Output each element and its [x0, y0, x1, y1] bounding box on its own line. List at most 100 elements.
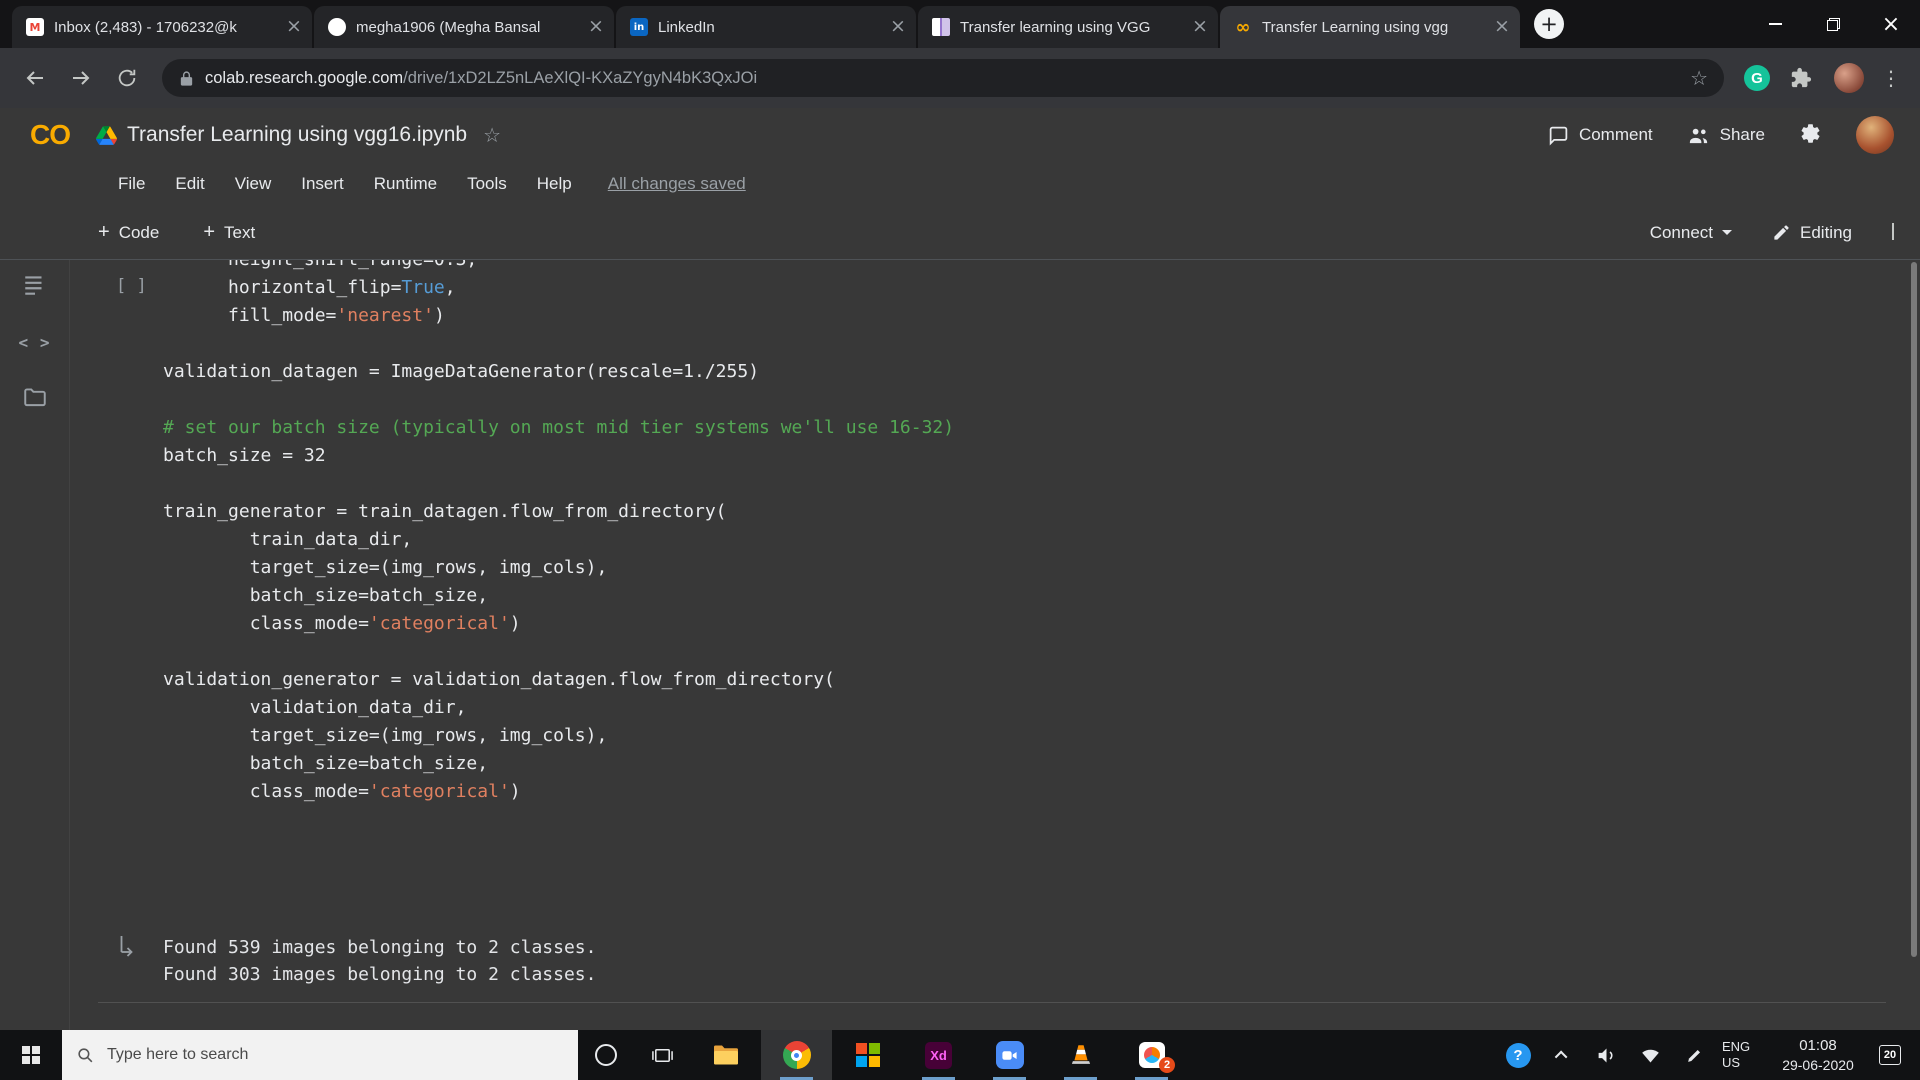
- code-line[interactable]: [163, 386, 954, 414]
- chrome-icon[interactable]: [761, 1030, 832, 1080]
- list-icon: [22, 272, 48, 298]
- pen-icon[interactable]: [1672, 1030, 1716, 1080]
- code-line[interactable]: validation_data_dir,: [163, 694, 954, 722]
- files-icon[interactable]: [22, 384, 48, 413]
- search-placeholder: Type here to search: [107, 1046, 248, 1064]
- menu-runtime[interactable]: Runtime: [374, 174, 437, 194]
- browser-tab[interactable]: megha1906 (Megha Bansal×: [314, 6, 614, 48]
- forward-button[interactable]: [60, 57, 102, 99]
- browser-tab[interactable]: Transfer learning using VGG×: [918, 6, 1218, 48]
- code-line[interactable]: [163, 470, 954, 498]
- menu-edit[interactable]: Edit: [175, 174, 204, 194]
- browser-tab[interactable]: inLinkedIn×: [616, 6, 916, 48]
- code-line[interactable]: class_mode='categorical'): [163, 778, 954, 806]
- code-line[interactable]: # set our batch size (typically on most …: [163, 414, 954, 442]
- add-text-button[interactable]: +Text: [203, 221, 255, 244]
- chat-app-icon[interactable]: 2: [1116, 1030, 1187, 1080]
- back-button[interactable]: [14, 57, 56, 99]
- region-code: US: [1722, 1055, 1768, 1071]
- code-line[interactable]: batch_size = 32: [163, 442, 954, 470]
- task-view-glyph: [651, 1044, 674, 1067]
- speaker-icon: [1596, 1045, 1617, 1066]
- tab-close-button[interactable]: ×: [284, 17, 304, 37]
- adobe-xd-icon[interactable]: Xd: [903, 1030, 974, 1080]
- drive-icon: [96, 126, 117, 145]
- browser-toolbar: colab.research.google.com/drive/1xD2LZ5n…: [0, 48, 1920, 108]
- code-line[interactable]: batch_size=batch_size,: [163, 582, 954, 610]
- code-line[interactable]: train_generator = train_datagen.flow_fro…: [163, 498, 954, 526]
- menu-view[interactable]: View: [235, 174, 272, 194]
- minimize-button[interactable]: [1746, 0, 1804, 48]
- pen-glyph: [1685, 1046, 1704, 1065]
- zoom-icon[interactable]: [974, 1030, 1045, 1080]
- grammarly-extension-icon[interactable]: G: [1744, 65, 1770, 91]
- code-line[interactable]: fill_mode='nearest'): [163, 302, 954, 330]
- code-line[interactable]: [163, 330, 954, 358]
- cortana-icon[interactable]: [578, 1030, 634, 1080]
- action-center-icon[interactable]: 20: [1868, 1030, 1912, 1080]
- settings-gear-icon[interactable]: [1799, 122, 1822, 148]
- hidden-icons-chevron[interactable]: [1540, 1030, 1584, 1080]
- add-code-button[interactable]: +Code: [98, 221, 159, 244]
- wifi-icon[interactable]: [1628, 1030, 1672, 1080]
- tab-close-button[interactable]: ×: [1492, 17, 1512, 37]
- code-line[interactable]: horizontal_flip=True,: [163, 274, 954, 302]
- menu-tools[interactable]: Tools: [467, 174, 507, 194]
- menu-help[interactable]: Help: [537, 174, 572, 194]
- address-bar[interactable]: colab.research.google.com/drive/1xD2LZ5n…: [162, 59, 1724, 97]
- microsoft-icon[interactable]: [832, 1030, 903, 1080]
- code-editor[interactable]: height_shift_range=0.3, horizontal_flip=…: [163, 260, 954, 806]
- code-line[interactable]: [163, 638, 954, 666]
- save-status[interactable]: All changes saved: [608, 174, 746, 194]
- menu-insert[interactable]: Insert: [301, 174, 344, 194]
- share-button[interactable]: Share: [1687, 124, 1765, 147]
- run-cell-indicator[interactable]: [ ]: [116, 276, 147, 296]
- collapse-toolbar-button[interactable]: [1892, 225, 1894, 240]
- browser-profile-avatar[interactable]: [1834, 63, 1864, 93]
- start-button[interactable]: [0, 1030, 62, 1080]
- tab-close-button[interactable]: ×: [586, 17, 606, 37]
- code-line[interactable]: validation_datagen = ImageDataGenerator(…: [163, 358, 954, 386]
- file-explorer-icon[interactable]: [690, 1030, 761, 1080]
- code-line[interactable]: validation_generator = validation_datage…: [163, 666, 954, 694]
- code-line[interactable]: target_size=(img_rows, img_cols),: [163, 554, 954, 582]
- editing-mode-button[interactable]: Editing: [1772, 223, 1852, 243]
- notebook-star-icon[interactable]: ☆: [483, 123, 501, 147]
- browser-tab[interactable]: MInbox (2,483) - 1706232@k×: [12, 6, 312, 48]
- table-of-contents-icon[interactable]: [22, 272, 48, 301]
- colab-actions: Comment Share: [1548, 116, 1894, 154]
- close-button[interactable]: ×: [1862, 0, 1920, 48]
- help-icon[interactable]: ?: [1496, 1030, 1540, 1080]
- tab-close-button[interactable]: ×: [1190, 17, 1210, 37]
- code-line[interactable]: batch_size=batch_size,: [163, 750, 954, 778]
- new-tab-button[interactable]: +: [1534, 9, 1564, 39]
- task-view-icon[interactable]: [634, 1030, 690, 1080]
- code-line[interactable]: train_data_dir,: [163, 526, 954, 554]
- extensions-puzzle-icon[interactable]: [1780, 57, 1822, 99]
- comment-button[interactable]: Comment: [1548, 125, 1653, 146]
- browser-menu-icon[interactable]: ⋮: [1876, 66, 1906, 90]
- notebook-scrollbar[interactable]: [1911, 262, 1917, 957]
- browser-tab[interactable]: ∞Transfer Learning using vgg×: [1220, 6, 1520, 48]
- code-snippets-icon[interactable]: < >: [19, 333, 51, 352]
- code-line[interactable]: target_size=(img_rows, img_cols),: [163, 722, 954, 750]
- reload-button[interactable]: [106, 57, 148, 99]
- bookmark-star-icon[interactable]: ☆: [1690, 66, 1708, 90]
- colab-profile-avatar[interactable]: [1856, 116, 1894, 154]
- notebook-title[interactable]: Transfer Learning using vgg16.ipynb: [127, 123, 467, 147]
- language-indicator[interactable]: ENG US: [1716, 1039, 1768, 1072]
- code-line[interactable]: height_shift_range=0.3,: [163, 260, 954, 274]
- menu-file[interactable]: File: [118, 174, 145, 194]
- connect-button[interactable]: Connect: [1650, 223, 1732, 243]
- close-icon: ×: [1882, 12, 1900, 37]
- taskbar-search-input[interactable]: Type here to search: [62, 1030, 578, 1080]
- comment-icon: [1548, 125, 1569, 146]
- vlc-icon[interactable]: [1045, 1030, 1116, 1080]
- code-line[interactable]: class_mode='categorical'): [163, 610, 954, 638]
- clock[interactable]: 01:08 29-06-2020: [1768, 1036, 1868, 1074]
- tab-close-button[interactable]: ×: [888, 17, 908, 37]
- colab-logo[interactable]: CO: [30, 119, 96, 151]
- volume-icon[interactable]: [1584, 1030, 1628, 1080]
- add-text-label: Text: [224, 223, 255, 243]
- restore-button[interactable]: [1804, 0, 1862, 48]
